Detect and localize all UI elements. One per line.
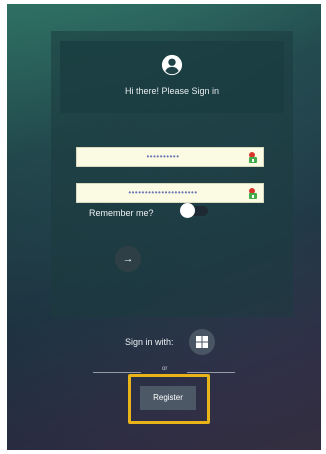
windows-icon [196,336,208,348]
login-screen: Hi there! Please Sign in •••••••••• ••••… [7,4,321,450]
arrow-right-icon: → [122,253,134,265]
login-panel: Hi there! Please Sign in •••••••••• ••••… [51,31,293,317]
password-field[interactable]: ••••••••••••••••••••• [76,183,264,203]
or-separator: or [162,366,168,372]
username-value: •••••••••• [146,152,180,161]
register-button[interactable]: Register [140,386,196,410]
remember-me-toggle[interactable] [180,203,208,218]
greeting-text: Hi there! Please Sign in [124,86,220,96]
username-field[interactable]: •••••••••• [76,147,264,167]
login-header: Hi there! Please Sign in [60,41,284,113]
password-value: ••••••••••••••••••••• [128,188,198,197]
remember-me-label: Remember me? [89,208,154,218]
password-manager-icon[interactable] [247,151,259,164]
divider-right [187,372,235,373]
user-avatar-icon [161,54,183,76]
sign-in-with-label: Sign in with: [125,337,174,347]
toggle-knob[interactable] [180,203,195,218]
windows-sign-in-button[interactable] [189,329,215,355]
password-manager-icon[interactable] [247,187,259,200]
divider-left [93,372,141,373]
sign-in-submit-button[interactable]: → [115,246,141,272]
